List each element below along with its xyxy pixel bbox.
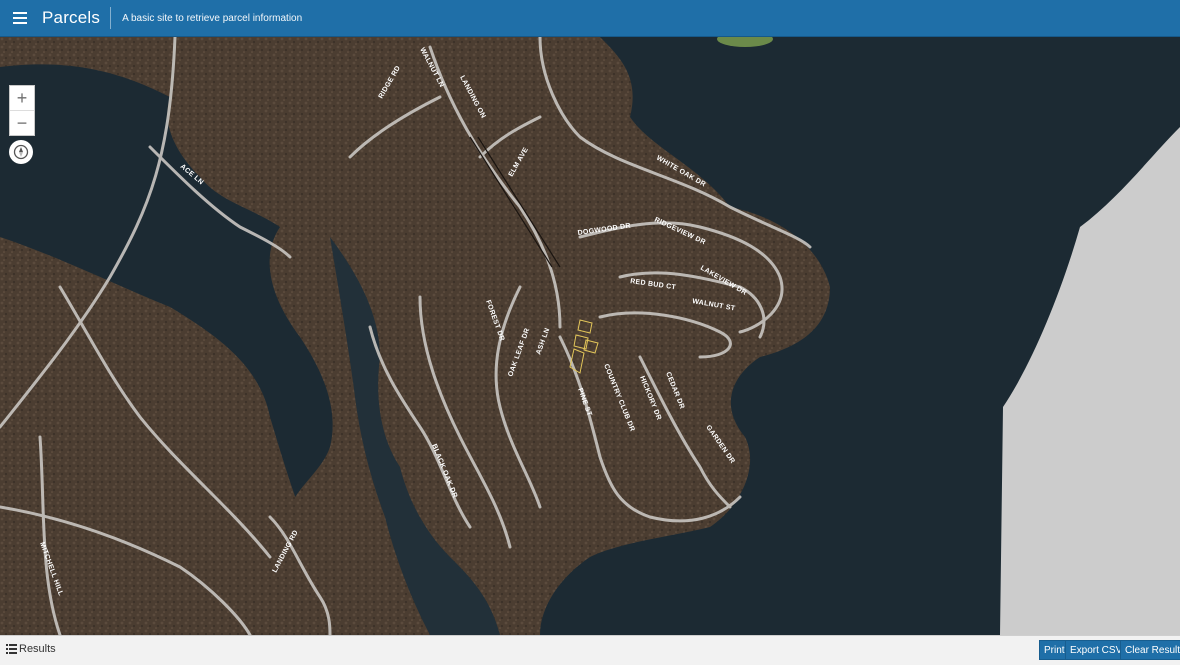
locate-compass-icon[interactable] <box>9 140 33 164</box>
export-csv-button[interactable]: Export CSV <box>1065 640 1128 660</box>
zoom-in-button[interactable]: + <box>10 86 34 110</box>
satellite-basemap[interactable]: RIDGE RD WALNUT LN LANDING ON ELM AVE AC… <box>0 37 1180 635</box>
results-footer: Results Print Export CSV Clear Results <box>0 635 1180 665</box>
list-icon <box>6 644 17 654</box>
zoom-control: + − <box>9 85 35 136</box>
zoom-out-button[interactable]: − <box>10 110 34 135</box>
clear-results-button[interactable]: Clear Results <box>1120 640 1180 660</box>
map-view[interactable]: RIDGE RD WALNUT LN LANDING ON ELM AVE AC… <box>0 37 1180 635</box>
hamburger-menu-icon[interactable] <box>0 0 40 37</box>
app-header: Parcels A basic site to retrieve parcel … <box>0 0 1180 37</box>
app-title: Parcels <box>42 7 112 29</box>
app-subtitle: A basic site to retrieve parcel informat… <box>122 12 303 24</box>
results-label: Results <box>19 643 56 655</box>
results-toggle[interactable]: Results <box>6 643 56 655</box>
